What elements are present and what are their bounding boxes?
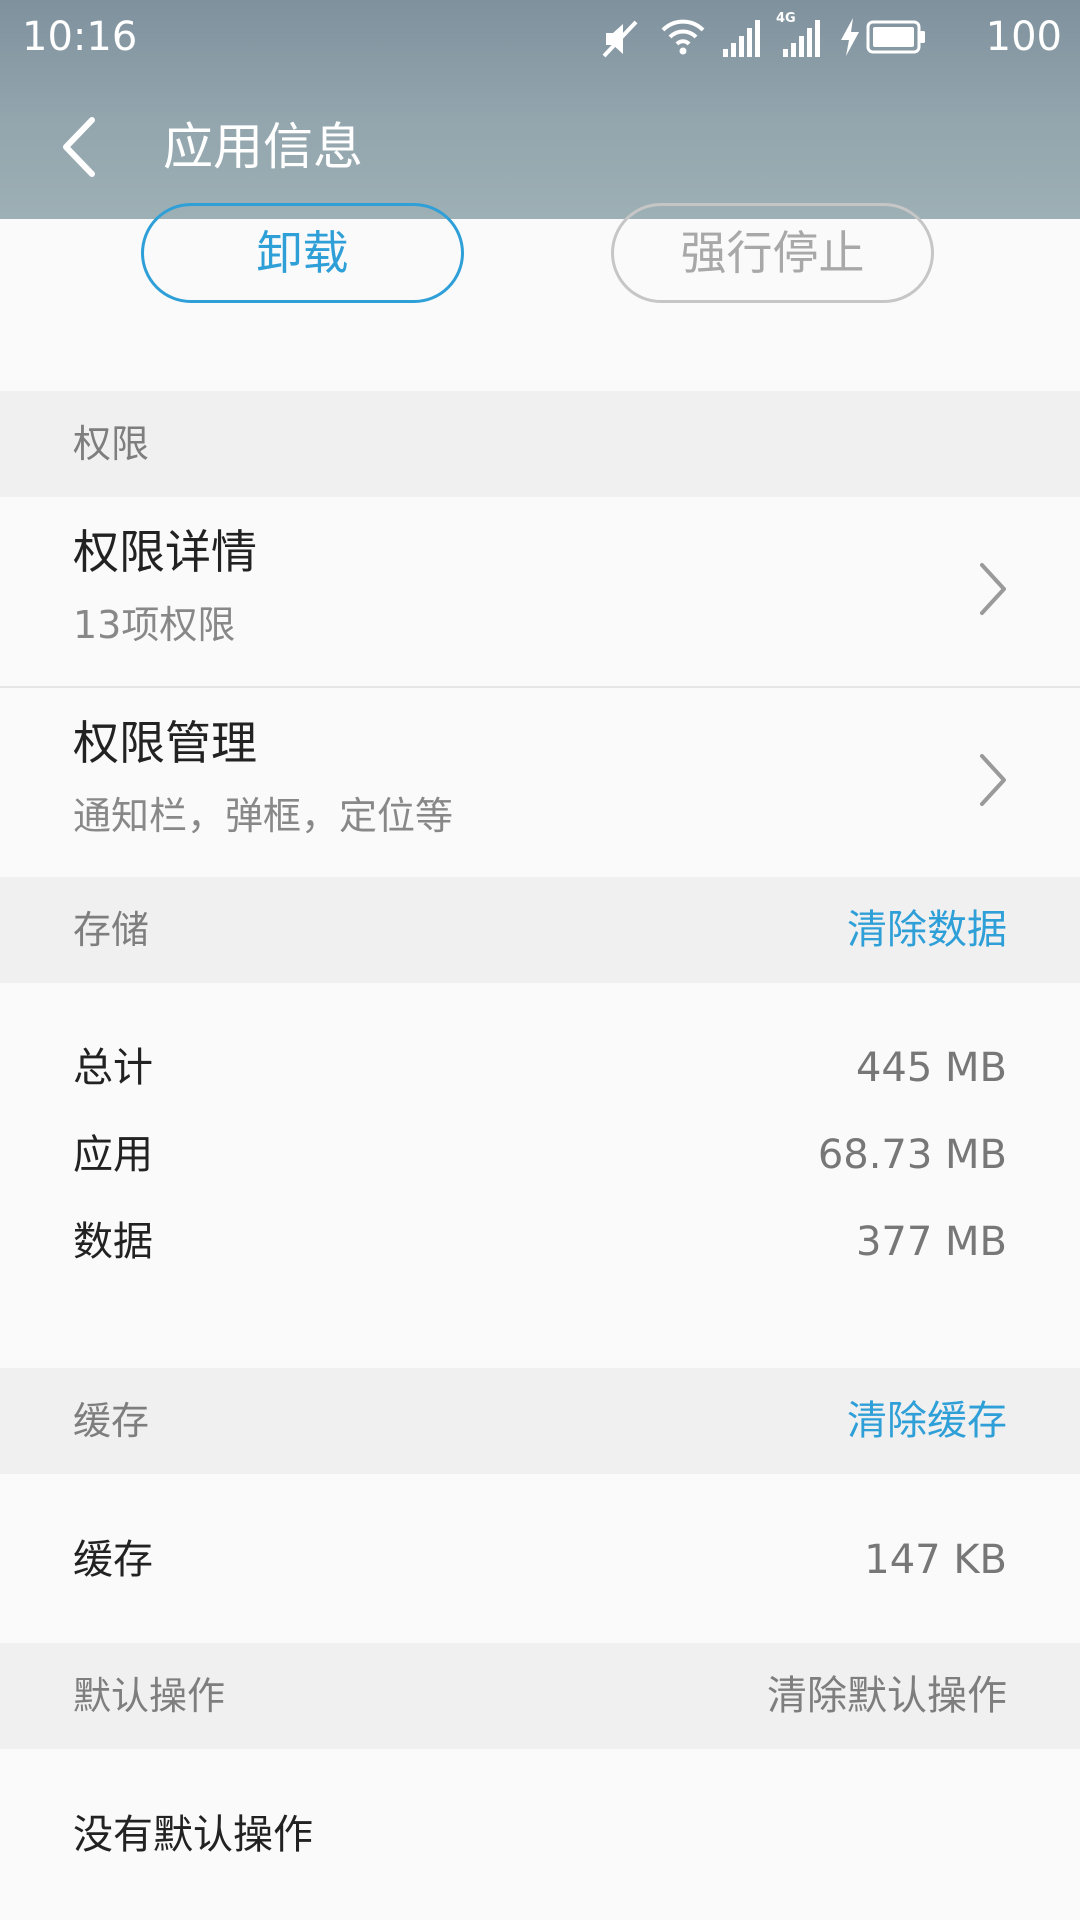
- clear-defaults-button[interactable]: 清除默认操作: [767, 1643, 1007, 1749]
- storage-total-value: 445 MB: [855, 1045, 1007, 1091]
- storage-section-header: 存储 清除数据: [0, 877, 1080, 983]
- permission-details-title: 权限详情: [73, 525, 257, 579]
- storage-data-value: 377 MB: [855, 1219, 1007, 1265]
- cache-header-title: 缓存: [73, 1399, 150, 1443]
- cache-label: 缓存: [73, 1537, 153, 1583]
- chevron-right-icon: [980, 563, 1006, 615]
- storage-data-label: 数据: [73, 1219, 153, 1265]
- permissions-section-header: 权限: [0, 391, 1080, 497]
- storage-total-row: 总计 445 MB: [0, 1033, 1080, 1103]
- app-bar: 10:16 4G 100 应用信息: [0, 0, 1080, 219]
- storage-app-label: 应用: [73, 1132, 153, 1178]
- clear-cache-button[interactable]: 清除缓存: [847, 1368, 1007, 1474]
- permission-manage-title: 权限管理: [73, 716, 257, 770]
- page-title: 应用信息: [163, 118, 363, 176]
- status-time: 10:16: [22, 14, 138, 60]
- clear-data-button[interactable]: 清除数据: [847, 877, 1007, 983]
- permission-manage-subtitle: 通知栏，弹框，定位等: [73, 794, 454, 838]
- back-arrow-icon: [63, 117, 95, 177]
- cache-value: 147 KB: [864, 1537, 1007, 1583]
- uninstall-button[interactable]: 卸载: [141, 203, 464, 303]
- charging-icon: [841, 18, 859, 56]
- defaults-section-header: 默认操作 清除默认操作: [0, 1643, 1080, 1749]
- status-bar: 10:16 4G 100: [0, 0, 1080, 76]
- permission-manage-row[interactable]: 权限管理 通知栏，弹框，定位等: [0, 688, 1080, 877]
- permission-details-row[interactable]: 权限详情 13项权限: [0, 497, 1080, 686]
- network-type-label: 4G: [776, 11, 796, 26]
- storage-data-row: 数据 377 MB: [0, 1207, 1080, 1277]
- cache-row: 缓存 147 KB: [0, 1525, 1080, 1595]
- mute-icon: [602, 20, 638, 58]
- cache-section-header: 缓存 清除缓存: [0, 1368, 1080, 1474]
- wifi-icon: [661, 19, 705, 55]
- permissions-header-title: 权限: [73, 422, 150, 466]
- storage-app-value: 68.73 MB: [817, 1132, 1007, 1178]
- defaults-header-title: 默认操作: [73, 1674, 226, 1718]
- storage-total-label: 总计: [73, 1045, 153, 1091]
- no-defaults-text: 没有默认操作: [73, 1812, 313, 1858]
- storage-app-row: 应用 68.73 MB: [0, 1120, 1080, 1190]
- force-stop-button[interactable]: 强行停止: [611, 203, 934, 303]
- chevron-right-icon: [980, 754, 1006, 806]
- battery-icon: [866, 20, 925, 54]
- storage-header-title: 存储: [73, 908, 150, 952]
- signal-icon: [723, 20, 760, 57]
- battery-level: 100: [985, 14, 1062, 60]
- back-button[interactable]: [50, 112, 110, 182]
- permission-details-subtitle: 13项权限: [73, 603, 236, 647]
